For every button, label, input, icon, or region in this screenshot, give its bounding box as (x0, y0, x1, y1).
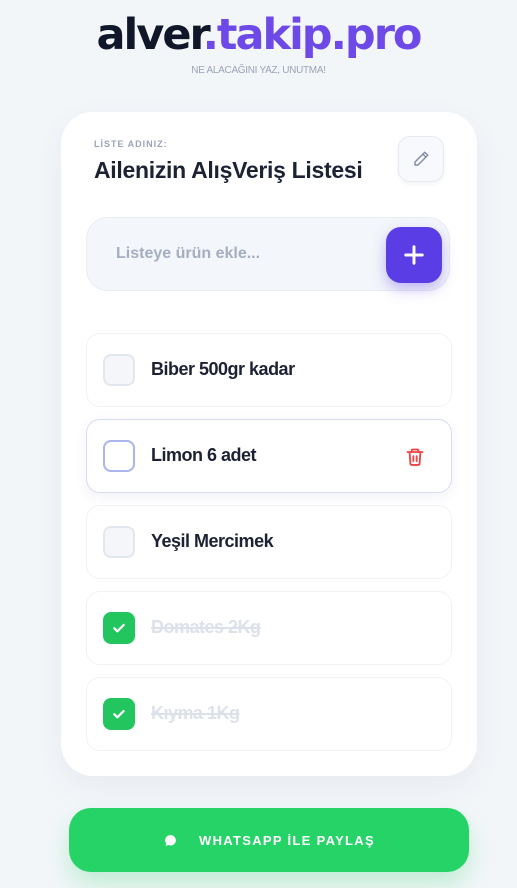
list-item[interactable]: Yeşil Mercimek (86, 505, 452, 579)
list-item[interactable]: Limon 6 adet (86, 419, 452, 493)
check-icon (113, 623, 125, 633)
trash-icon (406, 448, 424, 466)
check-icon (113, 709, 125, 719)
plus-icon (404, 245, 424, 265)
list-item[interactable]: Kıyma 1Kg (86, 677, 452, 751)
list-card: LİSTE ADINIZ: Ailenizin AlışVeriş Listes… (61, 112, 477, 776)
item-text: Yeşil Mercimek (151, 531, 274, 551)
app-logo: alver.takip.pro (0, 10, 517, 60)
list-name-label: LİSTE ADINIZ: (94, 139, 168, 149)
item-text: Domates 2Kg (151, 617, 261, 637)
whatsapp-share-button[interactable]: WHATSAPP İLE PAYLAŞ (69, 808, 469, 872)
item-checkbox[interactable] (103, 526, 135, 558)
item-checkbox[interactable] (103, 354, 135, 386)
whatsapp-share-label: WHATSAPP İLE PAYLAŞ (199, 832, 375, 848)
item-checkbox[interactable] (103, 698, 135, 730)
add-item-bar (86, 217, 450, 291)
item-checkbox[interactable] (103, 440, 135, 472)
logo-part-1: alver (96, 10, 205, 60)
list-title: Ailenizin AlışVeriş Listesi (94, 157, 363, 183)
item-checkbox[interactable] (103, 612, 135, 644)
item-text: Limon 6 adet (151, 445, 257, 465)
add-item-input[interactable] (87, 218, 377, 290)
item-text: Biber 500gr kadar (151, 359, 295, 379)
logo-part-2: .takip.pro (202, 10, 423, 60)
list-item[interactable]: Domates 2Kg (86, 591, 452, 665)
list-item[interactable]: Biber 500gr kadar (86, 333, 452, 407)
app-page: alver.takip.pro NE ALACAĞINI YAZ, UNUTMA… (0, 0, 517, 888)
item-text: Kıyma 1Kg (151, 703, 240, 723)
whatsapp-icon (163, 833, 177, 847)
add-item-button[interactable] (386, 227, 442, 283)
tagline: NE ALACAĞINI YAZ, UNUTMA! (191, 65, 326, 76)
pencil-icon (414, 151, 429, 166)
delete-item-button[interactable] (403, 444, 427, 470)
edit-list-name-button[interactable] (398, 136, 444, 182)
